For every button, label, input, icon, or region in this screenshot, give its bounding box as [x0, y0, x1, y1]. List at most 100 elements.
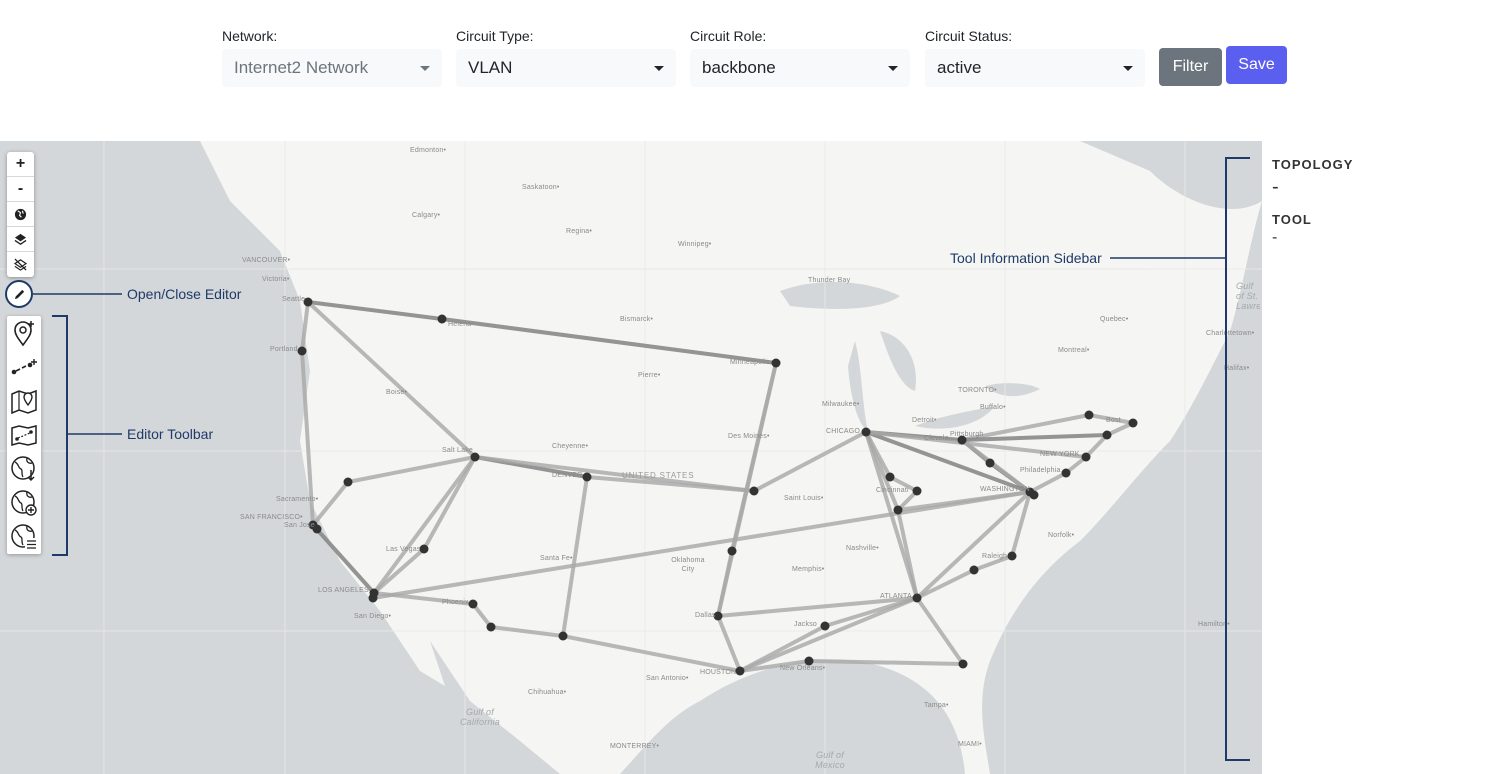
add-link-icon: [11, 359, 37, 375]
lake-michigan: [848, 341, 868, 431]
topology-value: -: [1272, 176, 1279, 198]
zoom-out-button[interactable]: -: [7, 177, 34, 202]
network-node[interactable]: [468, 599, 478, 609]
circuit-type-value: VLAN: [468, 58, 513, 77]
filter-button[interactable]: Filter: [1159, 48, 1222, 86]
circuit-link[interactable]: [1084, 433, 1109, 459]
globe-download-button[interactable]: [7, 452, 41, 486]
network-node[interactable]: [582, 472, 592, 482]
map-label: Regina•: [566, 228, 593, 235]
network-label: Network:: [222, 28, 278, 44]
network-node[interactable]: [861, 427, 871, 437]
network-node[interactable]: [912, 593, 922, 603]
map-label: Raleigh: [982, 553, 1008, 560]
network-node[interactable]: [1061, 468, 1071, 478]
circuit-link[interactable]: [372, 547, 426, 595]
network-node[interactable]: [486, 622, 496, 632]
circuit-role-filter: Circuit Role: backbone: [690, 28, 910, 87]
add-link-button[interactable]: [7, 350, 41, 384]
atlantic-ocean: [982, 141, 1262, 774]
network-node[interactable]: [1029, 490, 1039, 500]
map-label: HOUSTON: [700, 669, 737, 676]
map-canvas[interactable]: Edmonton• Saskatoon• Calgary• Regina• Wi…: [0, 141, 1262, 774]
map-label: Gulf of St. Lawre: [1236, 281, 1260, 311]
layers-icon: [14, 233, 27, 245]
circuit-type-select[interactable]: VLAN: [456, 49, 676, 87]
network-node[interactable]: [771, 358, 781, 368]
circuit-link[interactable]: [915, 568, 976, 600]
circuit-link[interactable]: [346, 455, 477, 484]
map-label: Winnipeg•: [678, 241, 712, 248]
network-node[interactable]: [969, 565, 979, 575]
circuit-link[interactable]: [716, 614, 742, 673]
network-node[interactable]: [558, 631, 568, 641]
network-node[interactable]: [985, 458, 995, 468]
network-node[interactable]: [749, 486, 759, 496]
map-label: Edmonton•: [410, 147, 447, 154]
network-node[interactable]: [437, 314, 447, 324]
circuit-role-label: Circuit Role:: [690, 28, 767, 44]
circuit-status-select[interactable]: active: [925, 49, 1145, 87]
circuit-role-value: backbone: [702, 58, 776, 77]
minus-icon: -: [17, 180, 24, 197]
network-node[interactable]: [1081, 452, 1091, 462]
route-button[interactable]: [7, 418, 41, 452]
network-node[interactable]: [958, 659, 968, 669]
map-label: Cheyenne•: [552, 443, 589, 450]
reset-view-button[interactable]: [7, 202, 34, 227]
circuit-type-label: Circuit Type:: [456, 28, 534, 44]
map-label: Portland: [270, 346, 298, 353]
map-pin-icon: [11, 389, 37, 414]
save-button[interactable]: Save: [1226, 46, 1287, 84]
map-label: Bost: [1106, 417, 1121, 424]
circuit-status-value: active: [937, 58, 982, 77]
circuit-link[interactable]: [489, 625, 565, 638]
network-node[interactable]: [297, 346, 307, 356]
globe-download-icon: [11, 456, 35, 482]
map-controls: + -: [7, 152, 34, 277]
globe-add-button[interactable]: [7, 486, 41, 520]
network-node[interactable]: [735, 666, 745, 676]
map-label: Chihuahua•: [528, 689, 567, 696]
editor-toggle-button[interactable]: [5, 280, 33, 308]
circuit-link[interactable]: [752, 430, 868, 493]
map-label: Charlottetown•: [1206, 330, 1255, 337]
chevron-down-icon: [654, 66, 664, 71]
network-node[interactable]: [343, 477, 353, 487]
network-node[interactable]: [912, 486, 922, 496]
network-node[interactable]: [885, 472, 895, 482]
network-node[interactable]: [727, 546, 737, 556]
circuit-link[interactable]: [561, 634, 742, 673]
map-label: Thunder Bay: [808, 277, 851, 284]
network-node[interactable]: [820, 621, 830, 631]
map-label: Jackso: [794, 621, 817, 628]
map-pin-button[interactable]: [7, 384, 41, 418]
map-label: WASHINGTON: [980, 486, 1030, 493]
map-label: Hamilton•: [1198, 621, 1230, 628]
map-label: CHICAGO: [826, 428, 861, 435]
layers-off-icon: [14, 258, 27, 271]
circuit-link[interactable]: [422, 455, 477, 551]
circuit-link[interactable]: [306, 300, 444, 321]
circuit-link[interactable]: [1028, 471, 1068, 494]
add-node-button[interactable]: [7, 316, 41, 350]
network-select[interactable]: Internet2 Network: [222, 49, 442, 87]
network-node[interactable]: [1084, 410, 1094, 420]
annotation-editor-toolbar: Editor Toolbar: [127, 426, 214, 442]
map-label: Santa Fe•: [540, 555, 573, 562]
network-node[interactable]: [1007, 551, 1017, 561]
network-node[interactable]: [1102, 430, 1112, 440]
network-node[interactable]: [368, 593, 378, 603]
map-label: TORONTO•: [958, 387, 997, 394]
network-node[interactable]: [1128, 418, 1138, 428]
circuit-role-select[interactable]: backbone: [690, 49, 910, 87]
layers-button[interactable]: [7, 227, 34, 252]
circuit-link[interactable]: [372, 455, 477, 595]
map-label: Gulf of California: [459, 707, 501, 727]
circuit-link[interactable]: [311, 480, 350, 527]
zoom-in-button[interactable]: +: [7, 152, 34, 177]
network-node[interactable]: [893, 505, 903, 515]
layers-off-button[interactable]: [7, 252, 34, 277]
globe-list-button[interactable]: [7, 520, 41, 554]
circuit-link[interactable]: [440, 317, 778, 365]
